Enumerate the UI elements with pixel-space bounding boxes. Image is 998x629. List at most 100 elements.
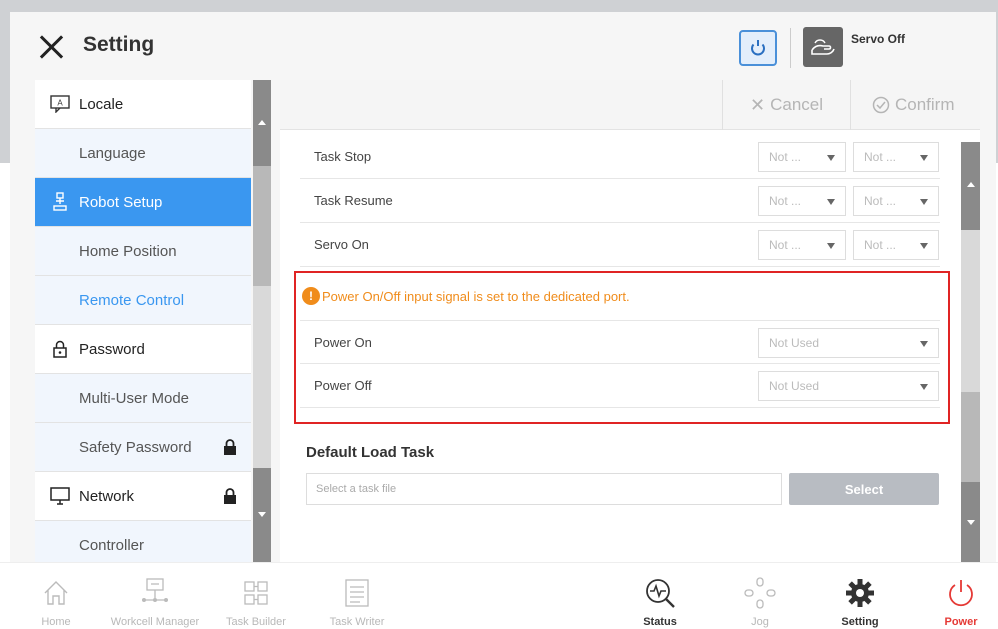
confirm-button[interactable]: Confirm	[872, 80, 955, 130]
caret-down-icon	[827, 243, 835, 249]
nav-task-writer[interactable]: Task Writer	[324, 563, 390, 629]
select-value: Not ...	[864, 238, 897, 252]
sidebar-item-label: Locale	[79, 95, 124, 113]
signal-select-1[interactable]: Not ...	[758, 142, 846, 172]
caret-down-icon	[827, 199, 835, 205]
refresh-button[interactable]	[739, 30, 777, 66]
status-icon	[640, 573, 680, 613]
nav-label: Task Writer	[329, 616, 385, 628]
caret-down-icon	[920, 199, 928, 205]
sidebar-item-label: Remote Control	[79, 291, 185, 309]
settings-window: Setting Servo Off A Locale Language Robo…	[10, 12, 996, 562]
sidebar-item-multi-user-mode[interactable]: Multi-User Mode	[35, 374, 251, 423]
scroll-down-button[interactable]	[961, 482, 980, 562]
toolbar: ✕ Cancel Confirm	[280, 80, 980, 130]
nav-setting[interactable]: Setting	[836, 563, 884, 629]
caret-down-icon	[920, 155, 928, 161]
default-load-task-title: Default Load Task	[306, 444, 435, 461]
io-row-power-on: Power On Not Used	[300, 320, 940, 364]
sidebar-item-password[interactable]: Password	[35, 325, 251, 374]
select-value: Not Used	[769, 336, 820, 350]
sidebar-item-home-position[interactable]: Home Position	[35, 227, 251, 276]
row-label: Servo On	[314, 237, 369, 252]
home-icon	[36, 573, 76, 613]
row-label: Power Off	[314, 378, 372, 393]
io-row-power-off: Power Off Not Used	[300, 364, 940, 408]
arrow-down-icon	[967, 520, 975, 525]
nav-status[interactable]: Status	[638, 563, 682, 629]
svg-text:A: A	[57, 99, 63, 108]
locale-icon: A	[49, 93, 71, 115]
confirm-label: Confirm	[895, 95, 955, 114]
caret-down-icon	[827, 155, 835, 161]
sidebar-scrollbar[interactable]	[253, 80, 271, 562]
power-off-select[interactable]: Not Used	[758, 371, 939, 401]
select-value: Not ...	[769, 194, 802, 208]
workcell-icon	[135, 573, 175, 613]
select-value: Not Used	[769, 379, 820, 393]
sidebar-item-robot-setup[interactable]: Robot Setup	[35, 178, 251, 227]
nav-label: Setting	[841, 616, 879, 628]
nav-label: Task Builder	[226, 616, 286, 628]
nav-power[interactable]: Power	[938, 563, 984, 629]
select-value: Not ...	[769, 238, 802, 252]
cancel-label: Cancel	[770, 95, 824, 114]
toolbar-divider	[850, 80, 851, 130]
sidebar-item-label: Password	[79, 340, 145, 358]
sidebar-item-locale[interactable]: A Locale	[35, 80, 251, 129]
power-icon	[941, 573, 981, 613]
lock-icon	[223, 439, 237, 459]
sidebar-item-label: Robot Setup	[79, 193, 163, 211]
sidebar-item-controller[interactable]: Controller	[35, 521, 251, 562]
padlock-icon	[49, 338, 71, 360]
signal-select-1[interactable]: Not ...	[758, 186, 846, 216]
scroll-down-button[interactable]	[253, 468, 271, 562]
panel-scrollbar[interactable]	[961, 142, 980, 562]
page-title: Setting	[83, 33, 155, 56]
close-icon[interactable]	[37, 32, 67, 62]
nav-home[interactable]: Home	[36, 563, 76, 629]
gear-icon	[840, 573, 880, 613]
sidebar-item-language[interactable]: Language	[35, 129, 251, 178]
lock-icon	[223, 488, 237, 508]
nav-label: Power	[944, 616, 978, 628]
sidebar-item-label: Language	[79, 144, 146, 162]
signal-select-2[interactable]: Not ...	[853, 186, 939, 216]
scroll-thumb[interactable]	[253, 166, 271, 286]
nav-task-builder[interactable]: Task Builder	[220, 563, 292, 629]
sidebar-item-safety-password[interactable]: Safety Password	[35, 423, 251, 472]
check-circle-icon	[872, 96, 890, 114]
cancel-button[interactable]: ✕ Cancel	[750, 80, 823, 130]
task-file-input[interactable]: Select a task file	[306, 473, 782, 505]
servo-button[interactable]	[803, 27, 843, 67]
arrow-up-icon	[967, 182, 975, 187]
scroll-up-button[interactable]	[253, 80, 271, 166]
signal-select-2[interactable]: Not ...	[853, 230, 939, 260]
task-builder-icon	[236, 573, 276, 613]
nav-label: Status	[643, 616, 677, 628]
scroll-thumb[interactable]	[961, 392, 980, 482]
power-on-select[interactable]: Not Used	[758, 328, 939, 358]
refresh-icon	[751, 40, 765, 56]
header-divider	[790, 28, 791, 68]
scroll-up-button[interactable]	[961, 142, 980, 230]
nav-jog[interactable]: Jog	[738, 563, 782, 629]
sidebar-item-network[interactable]: Network	[35, 472, 251, 521]
row-label: Power On	[314, 334, 372, 350]
sidebar-item-label: Home Position	[79, 242, 177, 260]
nav-label: Jog	[751, 616, 769, 628]
monitor-icon	[49, 485, 71, 507]
nav-label: Workcell Manager	[110, 616, 200, 628]
sidebar-item-remote-control[interactable]: Remote Control	[35, 276, 251, 325]
select-value: Not ...	[864, 150, 897, 164]
robot-icon	[49, 191, 71, 213]
signal-select-2[interactable]: Not ...	[853, 142, 939, 172]
select-button[interactable]: Select	[789, 473, 939, 505]
signal-select-1[interactable]: Not ...	[758, 230, 846, 260]
power-warning-text: Power On/Off input signal is set to the …	[322, 289, 630, 304]
select-value: Not ...	[864, 194, 897, 208]
nav-workcell-manager[interactable]: Workcell Manager	[104, 563, 206, 629]
sidebar-item-label: Multi-User Mode	[79, 389, 190, 407]
sidebar: A Locale Language Robot Setup Home Posit…	[35, 80, 251, 562]
io-row-servo-on: Servo On Not ... Not ...	[300, 223, 940, 267]
